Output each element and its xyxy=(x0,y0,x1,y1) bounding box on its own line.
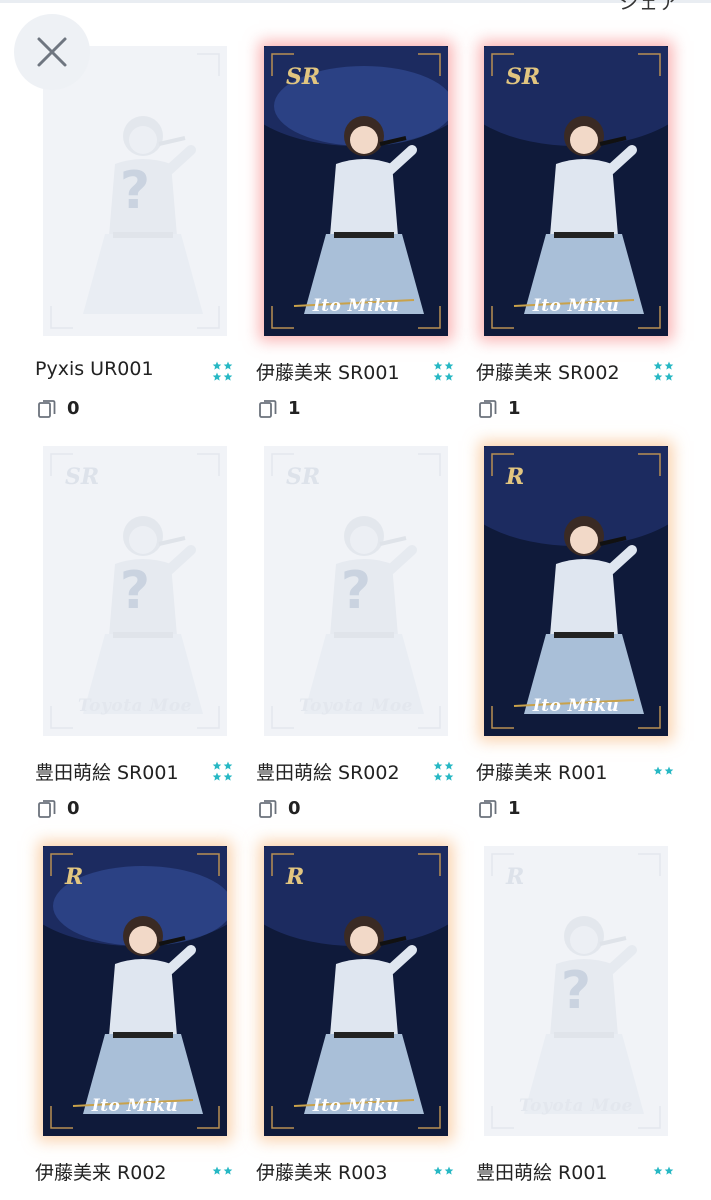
locked-question-mark: ? xyxy=(560,961,592,1021)
card-count-icon xyxy=(38,399,56,418)
card-count-icon xyxy=(38,799,56,818)
card-signature: Ito Miku xyxy=(91,1096,179,1116)
locked-question-mark: ? xyxy=(340,561,372,621)
owned-count: 0 xyxy=(37,398,80,419)
rarity-stars-icon xyxy=(433,361,454,381)
card-item[interactable]: SR Toyota Moe? xyxy=(264,446,448,736)
card-item[interactable]: SR Toyota Moe? xyxy=(43,446,227,736)
rarity-stars-icon xyxy=(653,766,674,775)
card-item[interactable]: R Ito Miku xyxy=(484,446,668,736)
owned-count: 1 xyxy=(258,398,301,419)
owned-count-value: 0 xyxy=(67,798,80,819)
card-signature: Ito Miku xyxy=(532,696,620,716)
card-name: 伊藤美来 SR001 xyxy=(256,362,400,384)
card-item[interactable]: ? xyxy=(43,46,227,336)
rarity-stars-icon xyxy=(433,1166,454,1175)
card-item[interactable]: R Ito Miku xyxy=(43,846,227,1136)
rarity-stars-icon xyxy=(653,1166,674,1175)
card-rank-mark: R xyxy=(506,464,525,490)
locked-question-mark: ? xyxy=(119,561,151,621)
locked-question-mark: ? xyxy=(119,161,151,221)
card-rank-mark: SR xyxy=(286,64,321,90)
rarity-stars-icon xyxy=(212,1166,233,1175)
card-item[interactable]: SR Ito Miku xyxy=(264,46,448,336)
card-count-icon xyxy=(259,399,277,418)
top-divider xyxy=(0,0,711,3)
card-signature: Ito Miku xyxy=(312,296,400,316)
card-name: 伊藤美来 R003 xyxy=(256,1162,388,1184)
card-name: 伊藤美来 R001 xyxy=(476,762,608,784)
owned-count: 1 xyxy=(478,798,521,819)
owned-count-value: 0 xyxy=(288,798,301,819)
card-signature: Ito Miku xyxy=(532,296,620,316)
card-rank-mark: SR xyxy=(506,64,541,90)
rarity-stars-icon xyxy=(212,361,233,381)
card-name: 豊田萌絵 SR001 xyxy=(35,762,179,784)
owned-count: 0 xyxy=(258,798,301,819)
card-item[interactable]: R Ito Miku xyxy=(264,846,448,1136)
card-item[interactable]: SR Ito Miku xyxy=(484,46,668,336)
card-name: Pyxis UR001 xyxy=(35,358,154,380)
card-name: 伊藤美来 SR002 xyxy=(476,362,620,384)
owned-count-value: 1 xyxy=(508,398,521,419)
owned-count-value: 1 xyxy=(288,398,301,419)
rarity-stars-icon xyxy=(433,761,454,781)
share-label[interactable]: シェア xyxy=(619,0,679,15)
card-rank-mark: R xyxy=(65,864,84,890)
owned-count-value: 0 xyxy=(67,398,80,419)
card-count-icon xyxy=(259,799,277,818)
card-signature: Ito Miku xyxy=(312,1096,400,1116)
owned-count: 1 xyxy=(478,398,521,419)
card-item[interactable]: R Toyota Moe? xyxy=(484,846,668,1136)
rarity-stars-icon xyxy=(653,361,674,381)
card-count-icon xyxy=(479,799,497,818)
card-name: 豊田萌絵 SR002 xyxy=(256,762,400,784)
card-rank-mark: R xyxy=(286,864,305,890)
close-button[interactable] xyxy=(14,14,90,90)
card-name: 豊田萌絵 R001 xyxy=(476,1162,608,1184)
close-icon xyxy=(37,37,67,67)
owned-count: 0 xyxy=(37,798,80,819)
card-name: 伊藤美来 R002 xyxy=(35,1162,167,1184)
owned-count-value: 1 xyxy=(508,798,521,819)
card-count-icon xyxy=(479,399,497,418)
rarity-stars-icon xyxy=(212,761,233,781)
